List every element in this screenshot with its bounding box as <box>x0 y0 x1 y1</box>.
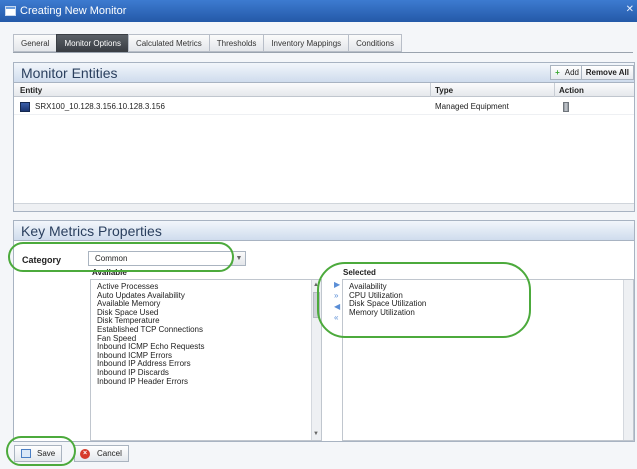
column-divider <box>554 83 555 97</box>
column-header-action[interactable]: Action <box>559 86 584 95</box>
delete-icon[interactable] <box>563 102 569 112</box>
category-select[interactable]: Common ▼ <box>88 251 246 266</box>
cancel-label: Cancel <box>97 449 122 458</box>
dialog-content: General Monitor Options Calculated Metri… <box>0 22 637 469</box>
save-label: Save <box>37 449 56 458</box>
list-item[interactable]: Memory Utilization <box>349 308 633 318</box>
list-item[interactable]: Inbound IP Header Errors <box>97 377 321 387</box>
close-icon[interactable]: ✕ <box>626 4 634 15</box>
category-label: Category <box>22 255 62 265</box>
managed-equipment-icon <box>20 102 30 112</box>
tab-conditions[interactable]: Conditions <box>348 34 402 52</box>
available-label: Available <box>92 268 127 277</box>
plus-icon: + <box>555 68 560 77</box>
add-label: Add <box>564 68 579 77</box>
scroll-down-icon[interactable]: ▼ <box>313 430 319 439</box>
available-list[interactable]: Active Processes Auto Updates Availabili… <box>90 279 322 441</box>
monitor-entities-panel: Monitor Entities + Add Remove All Entity … <box>13 62 635 212</box>
cancel-button[interactable]: × Cancel <box>74 445 129 462</box>
cancel-icon: × <box>80 449 90 459</box>
tab-general[interactable]: General <box>13 34 57 52</box>
entities-grid-header: Entity Type Action <box>14 83 634 97</box>
key-metrics-header: Key Metrics Properties <box>14 221 634 241</box>
tab-underline <box>13 52 633 53</box>
selected-list[interactable]: Availability CPU Utilization Disk Space … <box>342 279 634 441</box>
window-icon <box>5 6 16 16</box>
tab-calculated-metrics[interactable]: Calculated Metrics <box>127 34 209 52</box>
vertical-scrollbar[interactable]: ▲ ▼ <box>311 280 321 440</box>
column-header-type[interactable]: Type <box>435 86 453 95</box>
category-value: Common <box>95 254 128 263</box>
tab-thresholds[interactable]: Thresholds <box>208 34 264 52</box>
window-titlebar: Creating New Monitor ✕ <box>0 0 637 22</box>
selected-label: Selected <box>343 268 376 277</box>
entity-cell: SRX100_10.128.3.156.10.128.3.156 <box>35 102 165 111</box>
scroll-thumb[interactable] <box>313 292 320 318</box>
type-cell: Managed Equipment <box>435 102 509 111</box>
monitor-entities-title: Monitor Entities <box>21 65 118 81</box>
horizontal-scrollbar[interactable] <box>14 203 634 211</box>
key-metrics-title: Key Metrics Properties <box>21 223 162 239</box>
tab-bar: General Monitor Options Calculated Metri… <box>13 34 402 52</box>
remove-all-button[interactable]: Remove All <box>580 65 634 80</box>
save-icon <box>21 449 31 458</box>
key-metrics-panel: Key Metrics Properties Category Common ▼… <box>13 220 635 442</box>
save-button[interactable]: Save <box>14 445 63 462</box>
table-row[interactable]: SRX100_10.128.3.156.10.128.3.156 Managed… <box>14 97 634 115</box>
column-divider <box>430 83 431 97</box>
monitor-entities-header: Monitor Entities + Add Remove All <box>14 63 634 83</box>
window-title: Creating New Monitor <box>20 5 127 17</box>
scroll-up-icon[interactable]: ▲ <box>313 281 319 290</box>
tab-inventory-mappings[interactable]: Inventory Mappings <box>263 34 349 52</box>
column-header-entity[interactable]: Entity <box>20 86 42 95</box>
chevron-down-icon[interactable]: ▼ <box>232 252 245 265</box>
tab-monitor-options[interactable]: Monitor Options <box>56 34 128 52</box>
vertical-scrollbar[interactable] <box>623 280 633 440</box>
